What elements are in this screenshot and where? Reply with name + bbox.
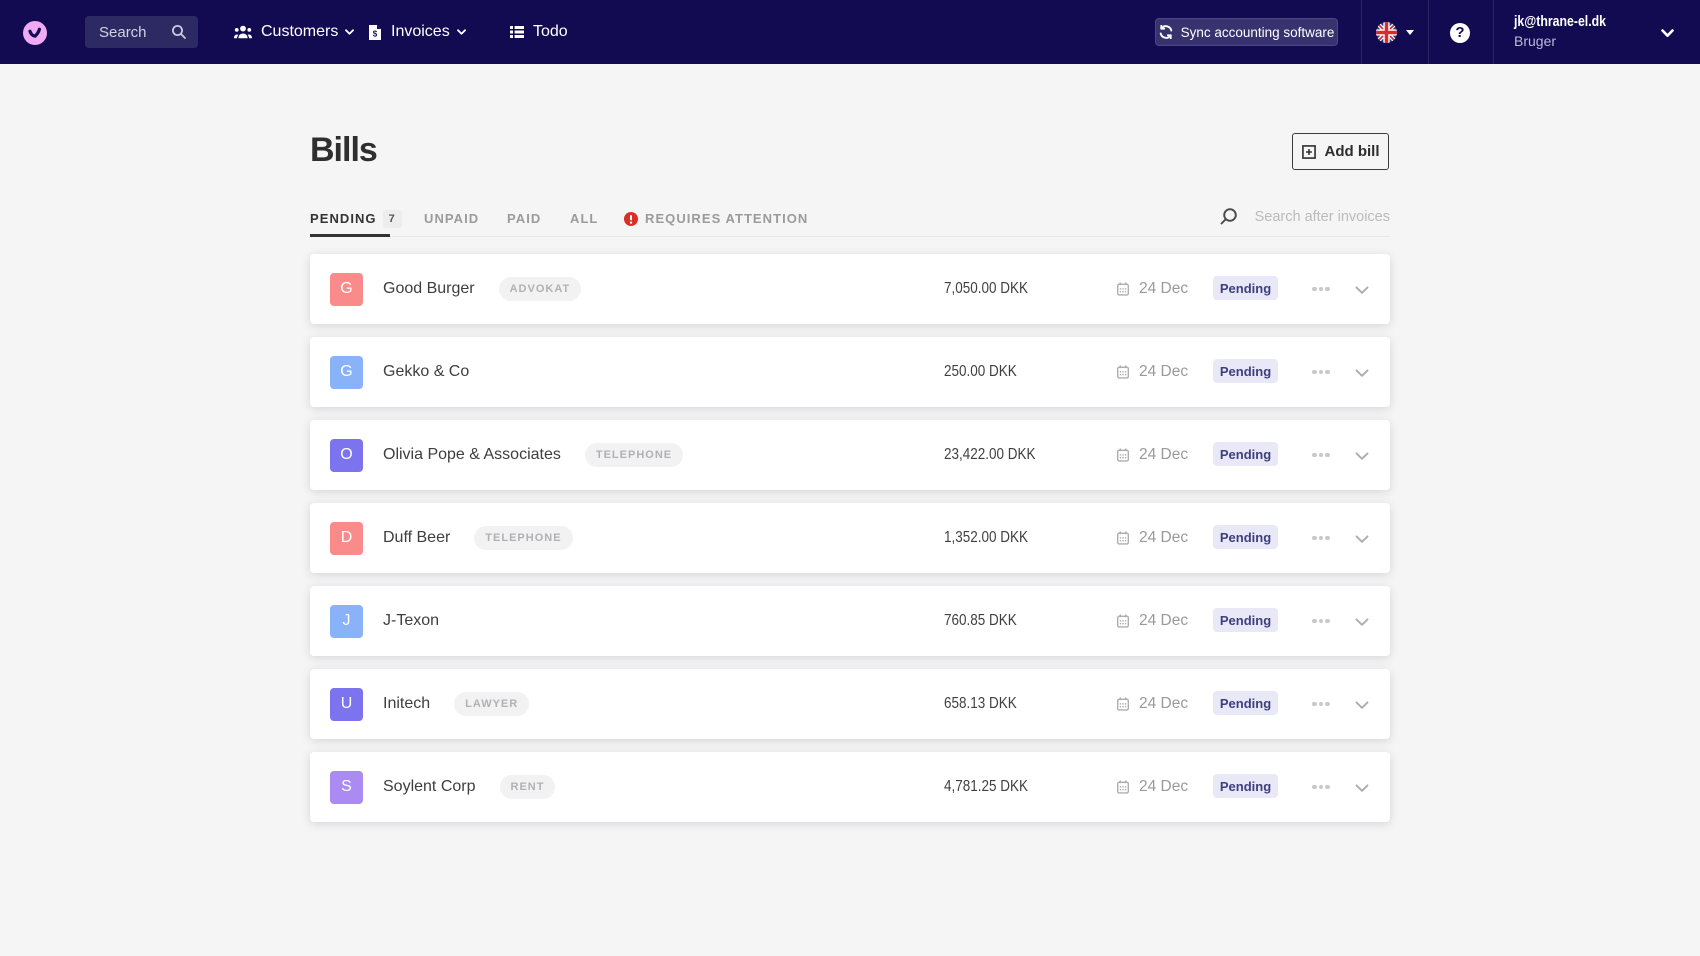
svg-text:$: $ (373, 29, 378, 38)
